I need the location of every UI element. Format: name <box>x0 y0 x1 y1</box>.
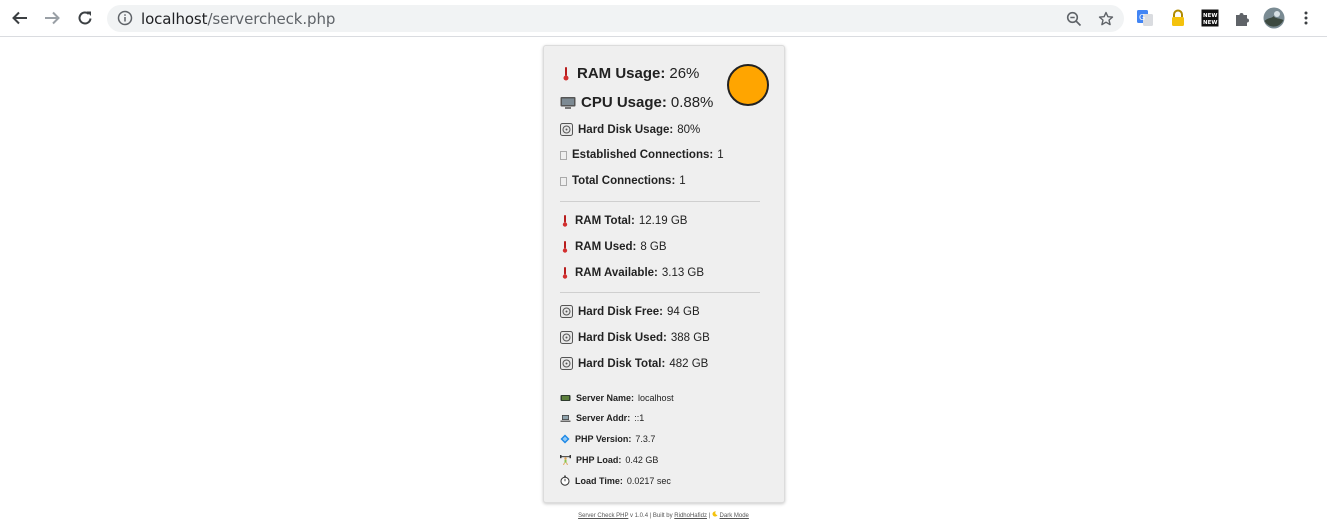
ram-used-value: 8 GB <box>640 240 667 253</box>
weightlifter-icon <box>560 455 571 465</box>
total-connections-row: Total Connections: 1 <box>560 175 686 187</box>
ram-used-label: RAM Used: <box>575 240 637 253</box>
php-version-value: 7.3.7 <box>635 434 656 444</box>
url-path: /servercheck.php <box>207 10 336 28</box>
ram-usage-label: RAM Usage: <box>577 65 666 82</box>
total-connections-label: Total Connections: <box>572 175 676 187</box>
disk-usage-value: 80% <box>677 123 701 136</box>
disk-usage-row: Hard Disk Usage: 80% <box>560 123 700 136</box>
svg-text:NEW: NEW <box>1203 13 1217 19</box>
server-name-row: Server Name: localhost <box>560 393 674 403</box>
ram-available-value: 3.13 GB <box>661 266 705 279</box>
author-link[interactable]: RidhoHafidz <box>674 513 707 519</box>
established-connections-label: Established Connections: <box>572 149 714 161</box>
cpu-usage-row: CPU Usage: 0.88% <box>560 94 713 111</box>
address-bar[interactable]: localhost/servercheck.php <box>107 5 1124 32</box>
back-button[interactable] <box>7 6 33 30</box>
established-connections-value: 1 <box>717 149 724 161</box>
zoom-icon[interactable] <box>1065 10 1083 28</box>
reload-icon <box>78 11 92 25</box>
footer-separator: | <box>708 513 711 519</box>
hard-disk-icon <box>560 123 573 136</box>
svg-text:NEW: NEW <box>1203 20 1217 26</box>
load-time-value: 0.0217 sec <box>626 475 671 486</box>
thermometer-icon <box>560 266 570 279</box>
bookmark-star-icon[interactable] <box>1097 10 1115 28</box>
url-text[interactable]: localhost/servercheck.php <box>141 10 335 28</box>
php-version-label: PHP Version: <box>575 434 632 444</box>
extensions-puzzle-icon[interactable] <box>1233 9 1251 27</box>
ram-total-row: RAM Total: 12.19 GB <box>560 214 687 227</box>
server-addr-row: Server Addr: ::1 <box>560 413 644 423</box>
page-footer: Server Check PHP v 1.0.4 | Built by Ridh… <box>0 511 1327 519</box>
ram-available-row: RAM Available: 3.13 GB <box>560 266 704 279</box>
ram-usage-row: RAM Usage: 26% <box>560 65 699 82</box>
server-addr-value: ::1 <box>634 413 645 423</box>
total-connections-value: 1 <box>679 175 686 187</box>
disk-used-label: Hard Disk Used: <box>578 331 667 344</box>
disk-free-label: Hard Disk Free: <box>578 305 664 318</box>
dark-mode-link[interactable]: Dark Mode <box>720 513 749 519</box>
disk-used-value: 388 GB <box>670 331 710 344</box>
new-extension-icon[interactable]: NEW NEW <box>1201 9 1219 27</box>
thermometer-icon <box>560 240 570 253</box>
divider <box>560 292 760 293</box>
load-time-row: Load Time: 0.0217 sec <box>560 475 671 486</box>
stopwatch-icon <box>560 475 570 486</box>
forward-button[interactable] <box>39 6 65 30</box>
google-translate-icon[interactable]: G <box>1136 9 1154 27</box>
load-time-label: Load Time: <box>575 475 623 486</box>
missing-glyph-icon <box>560 150 567 160</box>
moon-icon <box>712 511 718 519</box>
cpu-usage-value: 0.88% <box>670 94 714 111</box>
disk-total-value: 482 GB <box>669 357 709 370</box>
keyboard-icon <box>560 394 571 402</box>
hard-disk-icon <box>560 305 573 318</box>
ram-used-row: RAM Used: 8 GB <box>560 240 667 253</box>
arrow-right-icon <box>45 11 60 25</box>
arrow-left-icon <box>12 11 27 25</box>
disk-free-value: 94 GB <box>667 305 700 318</box>
profile-avatar[interactable] <box>1263 7 1285 29</box>
app-link[interactable]: Server Check PHP <box>578 513 628 519</box>
server-name-value: localhost <box>638 393 674 403</box>
diamond-icon <box>560 434 570 444</box>
disk-total-row: Hard Disk Total: 482 GB <box>560 357 708 370</box>
disk-usage-label: Hard Disk Usage: <box>578 123 674 136</box>
ram-usage-value: 26% <box>669 65 700 82</box>
thermometer-icon <box>560 214 570 227</box>
browser-toolbar: localhost/servercheck.php G NEW NEW <box>0 0 1327 37</box>
disk-total-label: Hard Disk Total: <box>578 357 666 370</box>
php-load-row: PHP Load: 0.42 GB <box>560 455 658 465</box>
hard-disk-icon <box>560 331 573 344</box>
status-indicator <box>727 64 769 106</box>
server-check-card: RAM Usage: 26% CPU Usage: 0.88% Hard Dis… <box>543 45 785 503</box>
laptop-icon <box>560 414 571 423</box>
server-name-label: Server Name: <box>576 393 635 403</box>
reload-button[interactable] <box>72 6 98 30</box>
disk-free-row: Hard Disk Free: 94 GB <box>560 305 700 318</box>
svg-text:G: G <box>1139 13 1145 22</box>
divider <box>560 201 760 202</box>
cpu-usage-label: CPU Usage: <box>581 94 667 111</box>
lock-extension-icon[interactable] <box>1169 9 1187 27</box>
disk-used-row: Hard Disk Used: 388 GB <box>560 331 710 344</box>
ram-available-label: RAM Available: <box>575 266 658 279</box>
php-version-row: PHP Version: 7.3.7 <box>560 434 655 444</box>
version-text: v 1.0.4 | Built by <box>630 513 673 519</box>
ram-total-label: RAM Total: <box>575 214 635 227</box>
hard-disk-icon <box>560 357 573 370</box>
server-addr-label: Server Addr: <box>576 413 631 423</box>
php-load-value: 0.42 GB <box>625 455 659 465</box>
monitor-icon <box>560 96 576 110</box>
missing-glyph-icon <box>560 176 567 186</box>
thermometer-icon <box>560 66 572 81</box>
menu-kebab-icon[interactable] <box>1297 9 1315 27</box>
ram-total-value: 12.19 GB <box>638 214 688 227</box>
url-host: localhost <box>141 10 208 28</box>
established-connections-row: Established Connections: 1 <box>560 149 724 161</box>
info-icon[interactable] <box>117 10 133 31</box>
php-load-label: PHP Load: <box>576 455 622 465</box>
